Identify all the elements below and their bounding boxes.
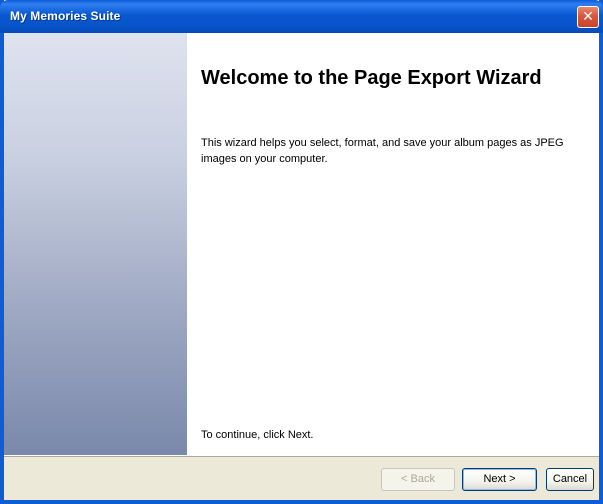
wizard-side-banner: [4, 33, 187, 455]
continue-hint: To continue, click Next.: [201, 429, 314, 441]
wizard-content: Welcome to the Page Export Wizard This w…: [187, 33, 599, 455]
cancel-button[interactable]: Cancel: [546, 468, 594, 491]
wizard-description: This wizard helps you select, format, an…: [201, 137, 564, 165]
window-title: My Memories Suite: [10, 9, 121, 23]
title-bar[interactable]: My Memories Suite ✕: [0, 0, 603, 33]
page-title: Welcome to the Page Export Wizard: [201, 67, 542, 89]
back-button[interactable]: < Back: [381, 468, 455, 491]
next-button[interactable]: Next >: [462, 468, 537, 491]
close-icon: ✕: [582, 8, 594, 24]
close-button[interactable]: ✕: [577, 6, 599, 28]
wizard-window: My Memories Suite ✕ Welcome to the Page …: [0, 0, 603, 504]
button-bar: < Back Next > Cancel: [4, 455, 599, 500]
